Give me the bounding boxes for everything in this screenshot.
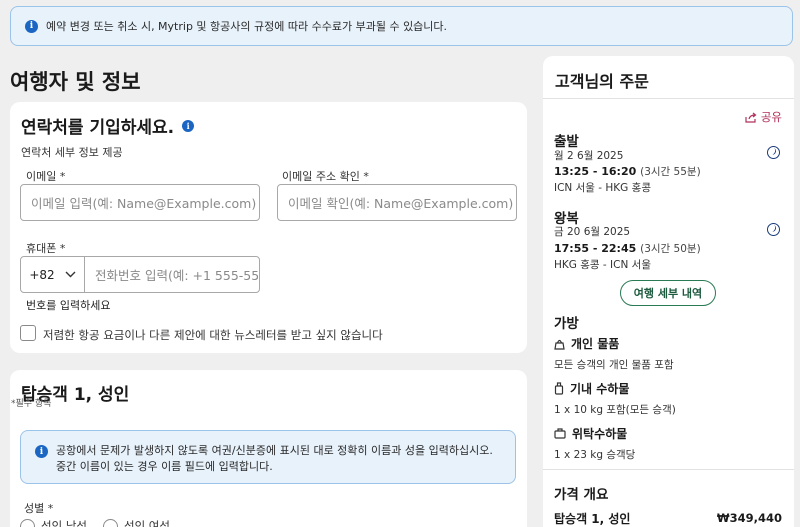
phone-error-text: 번호를 입력하세요 [26,299,111,312]
baggage-heading: 가방 [554,316,579,332]
outbound-heading: 출발 [554,134,579,150]
outbound-time: 13:25 - 16:20 (3시간 55분) [554,164,701,179]
email-confirm-input[interactable]: 이메일 확인(예: Name@Example.com) [277,184,517,221]
outbound-route: ICN 서울 - HKG 홍콩 [554,182,651,194]
info-icon: i [35,445,48,458]
phone-input[interactable]: 전화번호 입력(예: +1 555-55 [85,257,259,292]
carry-on-row: 기내 수하물 [554,380,629,397]
contact-title: 연락처를 기입하세요. i [21,113,195,138]
change-fee-notice: i 예약 변경 또는 취소 시, Mytrip 및 항공사의 규정에 따라 수수… [10,6,793,46]
email-input[interactable]: 이메일 입력(예: Name@Example.com) [20,184,260,221]
handbag-icon [554,339,565,350]
checked-bag-label: 위탁수하물 [572,427,628,441]
gender-male-label: 성인 남성 [41,519,87,527]
outbound-date: 월 2 6월 2025 [554,150,624,162]
share-label: 공유 [760,110,782,124]
carry-on-bag-icon [554,382,564,395]
contact-title-text: 연락처를 기입하세요. [21,118,175,138]
contact-subtitle: 연락처 세부 정보 제공 [21,146,123,159]
personal-item-desc: 모든 승객의 개인 물품 포함 [554,359,674,371]
checked-bag-desc: 1 x 23 kg 승객당 [554,449,636,461]
inbound-time: 17:55 - 22:45 (3시간 50분) [554,241,701,256]
price-summary-heading: 가격 개요 [554,487,609,503]
personal-item-row: 개인 물품 [554,335,619,352]
notice-text: 예약 변경 또는 취소 시, Mytrip 및 항공사의 규정에 따라 수수료가… [46,20,448,33]
gender-radio-group: 성인 남성 성인 여성 [20,518,170,527]
suitcase-icon [554,428,566,439]
info-icon: i [25,19,38,33]
radio-circle[interactable] [20,518,35,527]
airline-logo-icon [767,146,780,159]
page-title: 여행자 및 정보 [10,70,141,94]
gender-male-radio[interactable]: 성인 남성 [20,518,87,527]
phone-label: 휴대폰 * [26,242,66,255]
order-summary-panel: 고객님의 주문 공유 출발 월 2 6월 2025 13:25 - 16:20 … [543,56,794,527]
gender-female-radio[interactable]: 성인 여성 [102,518,170,527]
country-code-value: +82 [29,267,55,282]
inbound-duration: (3시간 50분) [640,243,701,255]
price-passenger-label: 탑승객 1, 성인 [554,512,631,526]
checked-bag-row: 위탁수하물 [554,425,627,442]
email-confirm-label: 이메일 주소 확인 * [282,170,369,183]
carry-on-label: 기내 수하물 [570,382,630,396]
price-passenger-value: ₩349,440 [716,511,782,525]
trip-details-button[interactable]: 여행 세부 내역 [620,280,716,306]
inbound-date: 금 20 6월 2025 [554,226,631,238]
airline-logo-icon [767,223,780,236]
info-icon[interactable]: i [182,119,195,132]
share-icon [745,112,757,123]
phone-field: +82 전화번호 입력(예: +1 555-55 [20,256,260,293]
contact-card: 연락처를 기입하세요. i 연락처 세부 정보 제공 이메일 * 이메일 입력(… [10,102,527,353]
required-note: *필수 항목 [11,399,52,409]
name-info-box: i 공항에서 문제가 발생하지 않도록 여권/신분증에 표시된 대로 정확히 이… [20,430,516,484]
divider [543,469,794,470]
inbound-time-range: 17:55 - 22:45 [554,242,637,255]
radio-circle[interactable] [102,518,118,527]
email-label: 이메일 * [26,170,66,183]
inbound-route: HKG 홍콩 - ICN 서울 [554,259,651,271]
share-link[interactable]: 공유 [745,109,782,125]
name-info-text: 공항에서 문제가 발생하지 않도록 여권/신분증에 표시된 대로 정확히 이름과… [56,444,493,473]
country-code-select[interactable]: +82 [21,257,85,292]
gender-label: 성별 * [24,502,54,515]
chevron-down-icon [65,271,76,278]
outbound-duration: (3시간 55분) [640,166,701,178]
personal-item-label: 개인 물품 [571,337,620,351]
divider [543,98,794,99]
order-title: 고객님의 주문 [555,72,649,91]
carry-on-desc: 1 x 10 kg 포함(모든 승객) [554,404,676,416]
newsletter-checkbox[interactable] [20,325,36,341]
newsletter-label[interactable]: 저렴한 항공 요금이나 다른 제안에 대한 뉴스레터를 받고 싶지 않습니다 [43,327,383,343]
outbound-time-range: 13:25 - 16:20 [554,165,637,178]
gender-female-label: 성인 여성 [123,519,170,527]
